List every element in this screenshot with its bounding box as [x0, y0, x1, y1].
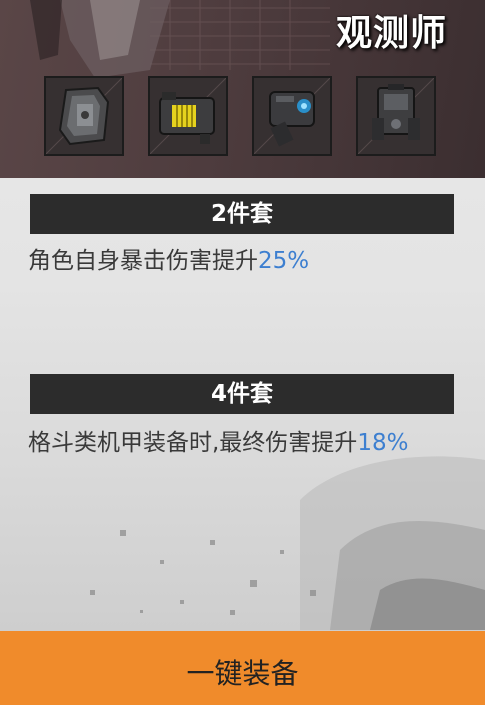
four-piece-bonus-text: 格斗类机甲装备时,最终伤害提升 — [28, 430, 358, 456]
set-title: 观测师 — [335, 13, 447, 54]
equipment-slot-3[interactable] — [252, 76, 332, 156]
equipment-slot-1[interactable] — [44, 76, 124, 156]
equipment-set-panel: 观测师 2件套 角色自身暴击伤害提升25% 4件套 格斗类机甲装备时,最终伤害提… — [0, 0, 485, 705]
equipment-slot-4[interactable] — [356, 76, 436, 156]
armor-plate-icon — [46, 78, 122, 154]
background-debris-art — [90, 456, 485, 630]
scope-module-icon — [254, 78, 330, 154]
two-piece-set-bonus: 角色自身暴击伤害提升25% — [28, 241, 460, 281]
four-piece-bonus-value: 18% — [357, 430, 409, 456]
backpack-module-icon — [358, 78, 434, 154]
four-piece-set-bonus: 格斗类机甲装备时,最终伤害提升18% — [28, 423, 460, 463]
battery-module-icon — [150, 78, 226, 154]
four-piece-set-header: 4件套 — [30, 374, 454, 414]
two-piece-bonus-text: 角色自身暴击伤害提升 — [28, 248, 258, 274]
equipment-slot-2[interactable] — [148, 76, 228, 156]
set-header: 观测师 — [0, 0, 485, 178]
two-piece-bonus-value: 25% — [258, 248, 310, 274]
two-piece-set-header: 2件套 — [30, 194, 454, 234]
equip-all-button[interactable]: 一键装备 — [0, 631, 485, 705]
